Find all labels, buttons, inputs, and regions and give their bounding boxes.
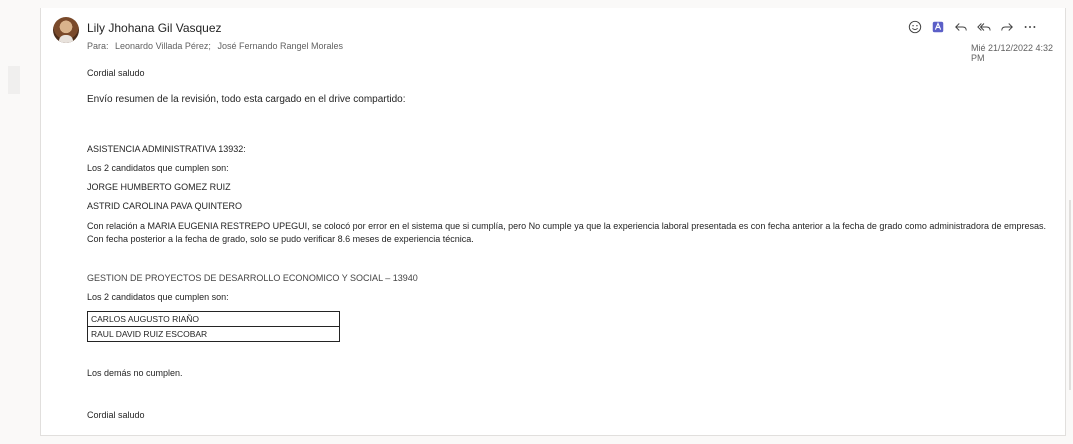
section1-subtitle: Los 2 candidatos que cumplen son: [87,163,229,173]
table-row: RAUL DAVID RUIZ ESCOBAR [87,326,340,342]
section2-title: GESTION DE PROYECTOS DE DESARROLLO ECONO… [87,273,418,283]
reply-icon[interactable] [951,18,970,36]
to-label: Para: [87,41,109,51]
sender-name[interactable]: Lily Jhohana Gil Vasquez [87,21,222,35]
closing-note: Los demás no cumplen. [87,368,183,378]
candidate: ASTRID CAROLINA PAVA QUINTERO [87,201,243,211]
recipients-line: Para: Leonardo Villada Pérez; José Ferna… [87,41,347,51]
candidate: JORGE HUMBERTO GOMEZ RUIZ [87,182,231,192]
message-datetime: Mié 21/12/2022 4:32 PM [971,43,1054,63]
more-icon[interactable] [1020,18,1039,36]
message-actions [905,18,1043,36]
avatar[interactable] [53,17,79,43]
forward-icon[interactable] [997,18,1016,36]
email-message: Lily Jhohana Gil Vasquez Para: Leonardo … [40,8,1066,436]
recipient[interactable]: Leonardo Villada Pérez; [115,41,211,51]
signoff: Cordial saludo [87,410,145,420]
greeting: Cordial saludo [87,68,145,78]
left-panel-edge [8,66,20,94]
section2-subtitle: Los 2 candidatos que cumplen son: [87,292,229,302]
section1-note: Con relación a MARIA EUGENIA RESTREPO UP… [87,221,1046,244]
intro-text: Envío resumen de la revisión, todo esta … [87,94,406,105]
table-cell: RAUL DAVID RUIZ ESCOBAR [87,326,340,342]
reply-all-icon[interactable] [974,18,993,36]
recipient[interactable]: José Fernando Rangel Morales [217,41,343,51]
app-icon[interactable] [928,18,947,36]
scrollbar[interactable] [1069,200,1071,390]
emoji-icon[interactable] [905,18,924,36]
table-row: CARLOS AUGUSTO RIAÑO [87,311,340,327]
table-cell: CARLOS AUGUSTO RIAÑO [87,311,340,327]
section1-title: ASISTENCIA ADMINISTRATIVA 13932: [87,144,246,154]
candidates-table: CARLOS AUGUSTO RIAÑO RAUL DAVID RUIZ ESC… [87,311,340,342]
